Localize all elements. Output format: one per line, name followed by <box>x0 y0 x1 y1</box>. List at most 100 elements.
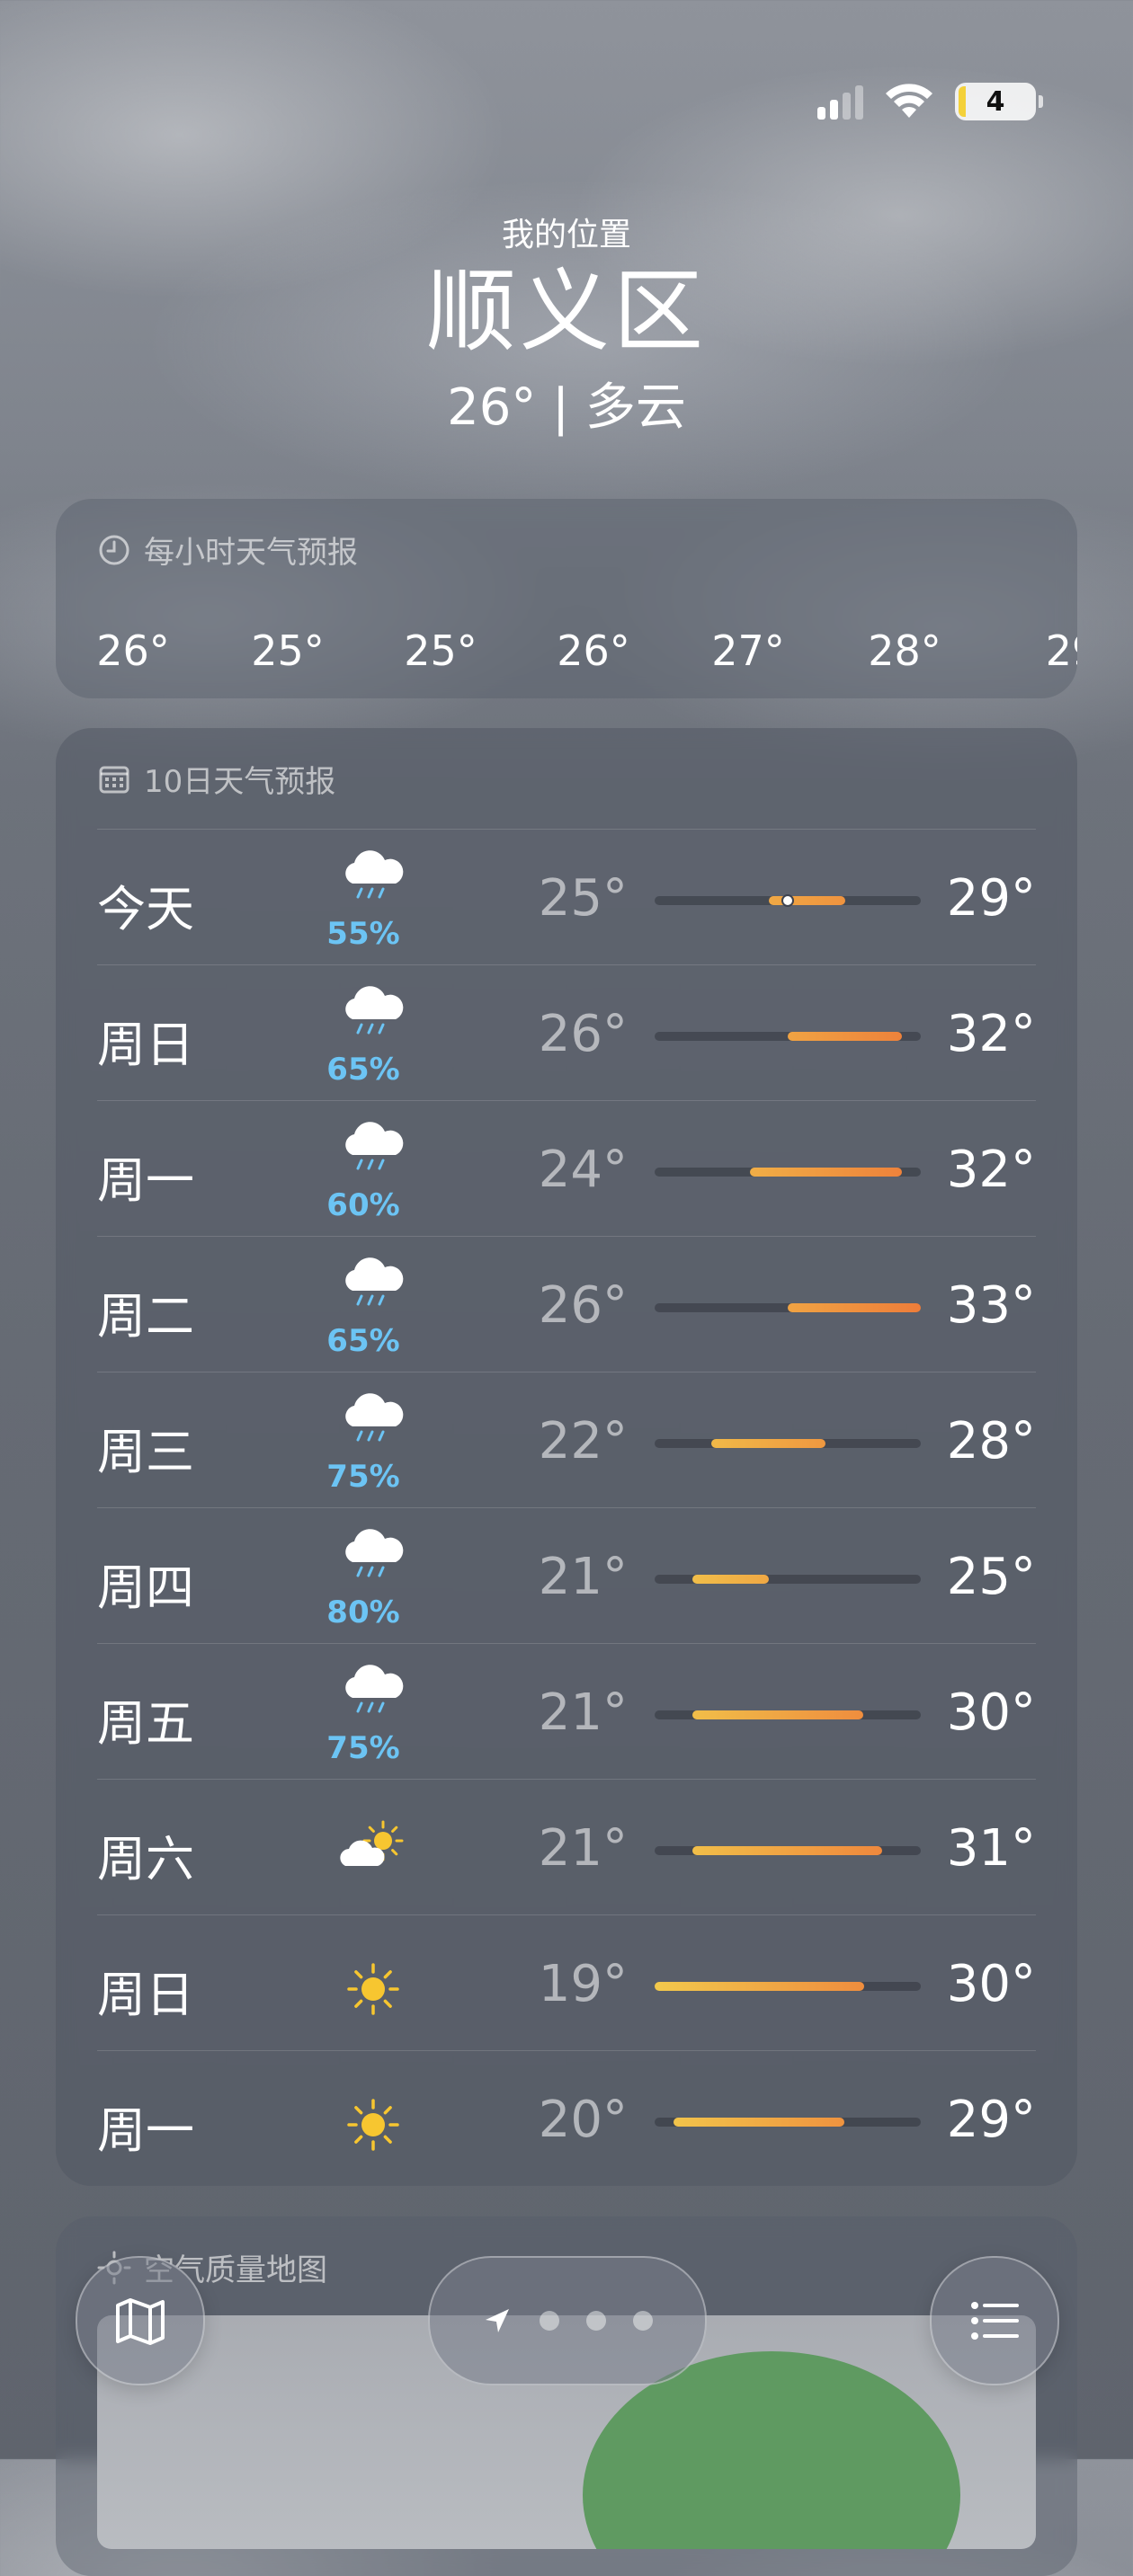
rain-cloud-icon <box>333 1121 414 1175</box>
battery-icon: 4 <box>955 83 1043 120</box>
page-dot[interactable] <box>586 2311 606 2331</box>
temperature-range-fill <box>655 1982 864 1991</box>
rain-cloud-icon <box>333 985 414 1039</box>
day-row[interactable]: 周日 65% 26° 32° <box>97 964 1036 1101</box>
high-temp: 30° <box>946 1683 1036 1742</box>
clock-icon <box>99 535 129 564</box>
sun-icon <box>333 1962 414 2016</box>
current-summary: 26° | 多云 <box>447 378 686 437</box>
calendar-icon <box>99 766 129 793</box>
high-temp: 30° <box>946 1955 1036 2013</box>
day-row[interactable]: 周五 75% 21° 30° <box>97 1643 1036 1780</box>
hourly-temp: 29 <box>1045 626 1077 675</box>
location-header: 我的位置 顺义区 26° | 多云 <box>0 209 1133 440</box>
temperature-range-bar <box>655 1439 921 1448</box>
city-name: 顺义区 <box>426 259 707 364</box>
temperature-range-fill <box>674 2118 844 2127</box>
low-temp: 26° <box>538 1276 628 1335</box>
low-temp: 21° <box>538 1548 628 1606</box>
day-row[interactable]: 周一 60% 24° 32° <box>97 1100 1036 1237</box>
high-temp: 31° <box>946 1819 1036 1878</box>
ten-day-forecast-title: 10日天气预报 <box>144 764 336 800</box>
precipitation-chance: 75% <box>326 1730 400 1766</box>
city-list-button[interactable] <box>930 2256 1059 2385</box>
status-bar: 4 <box>817 79 1043 124</box>
location-pager[interactable] <box>428 2256 707 2385</box>
high-temp: 33° <box>946 1276 1036 1335</box>
temperature-range-bar <box>655 894 921 907</box>
temperature-range-bar <box>655 1303 921 1312</box>
page-dot[interactable] <box>633 2311 653 2331</box>
temperature-range-bar <box>655 1846 921 1855</box>
low-temp: 24° <box>538 1141 628 1199</box>
location-label: 我的位置 <box>501 217 631 253</box>
rain-cloud-icon <box>333 1392 414 1446</box>
high-temp: 32° <box>946 1005 1036 1063</box>
day-name: 周一 <box>97 2102 194 2159</box>
day-name: 周日 <box>97 1967 194 2023</box>
day-row[interactable]: 周二 65% 26° 33° <box>97 1236 1036 1372</box>
map-icon <box>116 2298 165 2345</box>
precipitation-chance: 65% <box>326 1323 400 1359</box>
day-row[interactable]: 周四 80% 21° 25° <box>97 1507 1036 1644</box>
hourly-temp: 25° <box>404 626 477 675</box>
day-name: 今天 <box>97 881 194 937</box>
day-name: 周二 <box>97 1288 194 1345</box>
temperature-range-fill <box>692 1846 882 1855</box>
partly-sunny-icon <box>333 1819 414 1873</box>
ten-day-forecast-header: 10日天气预报 <box>56 728 1077 801</box>
sun-icon <box>333 2098 414 2152</box>
high-temp: 25° <box>946 1548 1036 1606</box>
low-temp: 25° <box>538 869 628 928</box>
map-button[interactable] <box>76 2256 205 2385</box>
rain-cloud-icon <box>333 1664 414 1718</box>
temperature-range-fill <box>788 1032 902 1041</box>
temperature-range-fill <box>788 1303 921 1312</box>
day-name: 周日 <box>97 1017 194 1073</box>
high-temp: 28° <box>946 1412 1036 1470</box>
day-row[interactable]: 今天 55% 25° 29° <box>97 829 1036 965</box>
hourly-temp: 27° <box>711 626 785 675</box>
precipitation-chance: 80% <box>326 1594 400 1630</box>
hourly-forecast-title: 每小时天气预报 <box>144 535 358 571</box>
high-temp: 29° <box>946 869 1036 928</box>
hourly-temp: 28° <box>868 626 941 675</box>
precipitation-chance: 60% <box>326 1187 400 1223</box>
list-icon <box>971 2302 1019 2340</box>
precipitation-chance: 75% <box>326 1459 400 1495</box>
rain-cloud-icon <box>333 1257 414 1310</box>
hourly-temp: 26° <box>96 626 170 675</box>
temperature-range-bar <box>655 1982 921 1991</box>
temperature-range-bar <box>655 1710 921 1719</box>
rain-cloud-icon <box>333 1528 414 1582</box>
page-dot[interactable] <box>540 2311 559 2331</box>
battery-level: 4 <box>986 85 1005 118</box>
temperature-range-fill <box>711 1439 825 1448</box>
day-row[interactable]: 周三 75% 22° 28° <box>97 1372 1036 1508</box>
low-temp: 22° <box>538 1412 628 1470</box>
hourly-forecast-card[interactable]: 每小时天气预报 26° 25° 25° 26° 27° 28° 29 <box>56 499 1077 698</box>
location-arrow-icon <box>486 2309 509 2332</box>
day-name: 周六 <box>97 1831 194 1888</box>
temperature-range-fill <box>692 1575 769 1584</box>
temperature-range-bar <box>655 1168 921 1177</box>
day-row[interactable]: 周一 20° 29° <box>97 2050 1036 2187</box>
temperature-range-fill <box>769 896 845 905</box>
hourly-temperature-row[interactable]: 26° 25° 25° 26° 27° 28° 29 <box>56 626 1077 680</box>
rain-cloud-icon <box>333 849 414 903</box>
hourly-temp: 26° <box>557 626 630 675</box>
day-name: 周五 <box>97 1695 194 1752</box>
precipitation-chance: 65% <box>326 1052 400 1088</box>
low-temp: 20° <box>538 2091 628 2149</box>
temperature-range-bar <box>655 1575 921 1584</box>
low-temp: 21° <box>538 1819 628 1878</box>
temperature-range-bar <box>655 2118 921 2127</box>
ten-day-forecast-card[interactable]: 10日天气预报 今天 55% 25° 29° 周日 65% 26° 32° 周一 60% 24° 32… <box>56 728 1077 2186</box>
day-row[interactable]: 周日 19° 30° <box>97 1914 1036 2051</box>
day-row[interactable]: 周六 21° 31° <box>97 1779 1036 1915</box>
hourly-forecast-header: 每小时天气预报 <box>56 499 1077 572</box>
low-temp: 19° <box>538 1955 628 2013</box>
current-temp-marker <box>781 894 794 907</box>
precipitation-chance: 55% <box>326 916 400 952</box>
low-temp: 21° <box>538 1683 628 1742</box>
